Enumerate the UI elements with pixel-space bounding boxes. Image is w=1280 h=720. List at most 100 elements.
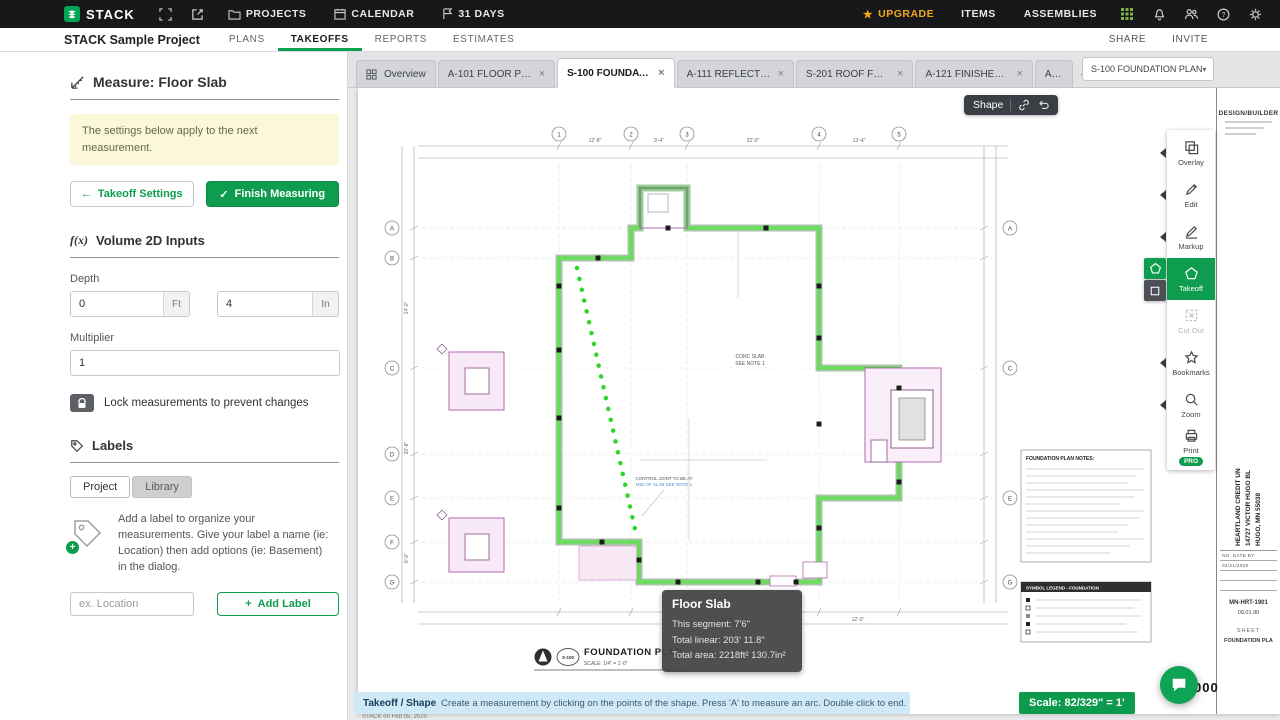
- project-title: STACK Sample Project: [64, 32, 200, 47]
- upgrade-button[interactable]: ★ UPGRADE: [855, 8, 942, 21]
- toolbar-overlay[interactable]: Overlay: [1160, 132, 1215, 174]
- tab-reports[interactable]: REPORTS: [362, 28, 440, 51]
- tab-label: A-101 FLOOR PLAN: [447, 68, 532, 80]
- compose-icon[interactable]: [187, 5, 209, 23]
- svg-text:E: E: [390, 497, 394, 503]
- shape-tool[interactable]: [1144, 258, 1166, 279]
- toolbar-label: Takeoff: [1178, 283, 1204, 293]
- drawing-canvas[interactable]: 1 2 3 4 5 A B C D E F G A C E G 12'-8" 9…: [348, 88, 1280, 720]
- tab-plans[interactable]: PLANS: [216, 28, 278, 51]
- chat-bubble-icon: [1172, 678, 1186, 692]
- fx-icon: f(x): [70, 233, 88, 247]
- nav-calendar-label: CALENDAR: [351, 8, 415, 20]
- instruction-title: Takeoff / Shape: [363, 697, 437, 709]
- depth-ft-input[interactable]: [71, 292, 163, 316]
- label-name-input[interactable]: [70, 591, 194, 616]
- labels-tab-project[interactable]: Project: [70, 476, 131, 498]
- undo-icon[interactable]: [1037, 99, 1050, 111]
- toolbar-label: Markup: [1178, 241, 1204, 251]
- tab-s201-roof-framing[interactable]: S-201 ROOF FRAMI... ×: [796, 60, 914, 87]
- plan-sheet[interactable]: 1 2 3 4 5 A B C D E F G A C E G 12'-8" 9…: [358, 88, 1280, 720]
- add-label-label: Add Label: [257, 597, 311, 610]
- shape-mode-badge: Shape: [964, 95, 1059, 115]
- svg-text:S-100: S-100: [562, 655, 575, 660]
- close-tab-icon[interactable]: ×: [1016, 68, 1022, 80]
- team-users-icon[interactable]: [1180, 5, 1202, 23]
- nav-trial-days[interactable]: 31 DAYS: [433, 0, 513, 28]
- share-button[interactable]: SHARE: [1109, 34, 1146, 45]
- interior-lines: [640, 228, 767, 540]
- tab-estimates[interactable]: ESTIMATES: [440, 28, 527, 51]
- multiplier-input[interactable]: [71, 351, 339, 375]
- toolbar-label: Edit: [1184, 199, 1198, 209]
- toolbar-zoom[interactable]: Zoom: [1160, 384, 1215, 426]
- chat-launcher-button[interactable]: [1160, 666, 1198, 704]
- svg-text:SYMBOL LEGEND - FOUNDATION: SYMBOL LEGEND - FOUNDATION: [1026, 586, 1099, 591]
- depth-in-input[interactable]: [218, 292, 312, 316]
- apps-grid-icon[interactable]: [1116, 5, 1138, 23]
- chevron-down-icon: ▾: [1202, 64, 1207, 74]
- nav-projects[interactable]: PROJECTS: [219, 0, 316, 28]
- labels-tab-library[interactable]: Library: [132, 476, 192, 498]
- notifications-bell-icon[interactable]: [1148, 5, 1170, 23]
- close-tab-icon[interactable]: ×: [539, 68, 545, 80]
- finish-measuring-label: Finish Measuring: [234, 188, 326, 200]
- slab-outline[interactable]: [555, 184, 903, 586]
- close-tab-icon[interactable]: ×: [778, 68, 784, 80]
- svg-text:22'-0": 22'-0": [747, 138, 760, 144]
- toolbar-takeoff[interactable]: Takeoff: [1144, 258, 1215, 301]
- nav-calendar[interactable]: CALENDAR: [325, 0, 423, 28]
- svg-text:12'-8": 12'-8": [589, 138, 602, 144]
- takeoff-tools-flyout: [1144, 258, 1166, 302]
- tab-a13-cut[interactable]: A-13: [1034, 60, 1073, 87]
- volume-2d-header: Volume 2D Inputs: [96, 233, 205, 248]
- link-icon[interactable]: [1018, 99, 1030, 111]
- tab-a121-finishes[interactable]: A-121 FINISHES AN... ×: [915, 60, 1033, 87]
- tab-s100-foundation[interactable]: S-100 FOUNDATIO... ×: [557, 58, 675, 88]
- close-tab-icon[interactable]: ×: [658, 67, 664, 79]
- measurement-tooltip: Floor Slab This segment: 7'6" Total line…: [662, 590, 802, 673]
- tab-overview[interactable]: Overview: [356, 60, 436, 87]
- nav-items[interactable]: ITEMS: [952, 0, 1005, 28]
- stack-logo[interactable]: STACK: [64, 6, 135, 22]
- instruction-bar: Takeoff / Shape Create a measurement by …: [354, 692, 910, 714]
- rectangle-tool[interactable]: [1144, 280, 1166, 301]
- takeoff-settings-button[interactable]: ← Takeoff Settings: [70, 181, 194, 207]
- tab-label: A-111 REFLECTED ...: [686, 68, 771, 80]
- star-icon: ★: [862, 8, 874, 21]
- tab-a101-floor-plan[interactable]: A-101 FLOOR PLAN ×: [437, 60, 556, 87]
- tab-overview-label: Overview: [384, 68, 426, 80]
- tab-a111-reflected[interactable]: A-111 REFLECTED ... ×: [676, 60, 794, 87]
- finish-measuring-button[interactable]: ✓ Finish Measuring: [205, 181, 339, 207]
- svg-text:SCALE: 1/4" = 1'-0": SCALE: 1/4" = 1'-0": [584, 661, 628, 667]
- svg-text:B: B: [390, 257, 394, 263]
- tooltip-title: Floor Slab: [672, 597, 731, 611]
- page-select-dropdown[interactable]: S-100 FOUNDATION PLAN ▾: [1082, 57, 1214, 81]
- help-icon[interactable]: ?: [1212, 5, 1234, 23]
- add-label-button[interactable]: + Add Label: [217, 591, 339, 616]
- sheet-title-block: DESIGN/BUILDER HEARTLAND CREDIT UN 14727…: [1216, 88, 1280, 714]
- toolbar-print[interactable]: Print PRO: [1167, 426, 1215, 468]
- client-address: 14727 VICTOR HUGO BL: [1245, 469, 1252, 546]
- tab-takeoffs[interactable]: TAKEOFFS: [278, 28, 362, 51]
- toolbar-bookmarks[interactable]: Bookmarks: [1160, 342, 1215, 384]
- toolbar-edit[interactable]: Edit: [1160, 174, 1215, 216]
- symbol-legend-box: SYMBOL LEGEND - FOUNDATION: [1020, 581, 1152, 643]
- invite-button[interactable]: INVITE: [1172, 34, 1208, 45]
- nav-assemblies[interactable]: ASSEMBLIES: [1015, 0, 1106, 28]
- close-icon[interactable]: ×: [906, 696, 910, 710]
- flyout-arrow-icon: [1160, 148, 1166, 158]
- revision-header: NO. DATE BY: [1220, 551, 1277, 561]
- in-unit-label: In: [312, 292, 338, 316]
- takeoff-icon: [1184, 266, 1198, 279]
- svg-text:SEE NOTE 1: SEE NOTE 1: [735, 361, 765, 367]
- sheet-title: FOUNDATION PLA: [1224, 638, 1273, 644]
- toolbar-markup[interactable]: Markup: [1160, 216, 1215, 258]
- lock-measurements-toggle[interactable]: Lock measurements to prevent changes: [70, 394, 339, 412]
- upgrade-label: UPGRADE: [878, 8, 935, 20]
- expand-window-icon[interactable]: [155, 5, 177, 23]
- admin-settings-icon[interactable]: [1244, 5, 1266, 23]
- instruction-text: Create a measurement by clicking on the …: [441, 697, 907, 709]
- close-tab-icon[interactable]: ×: [897, 68, 903, 80]
- tab-label: S-201 ROOF FRAMI...: [806, 68, 890, 80]
